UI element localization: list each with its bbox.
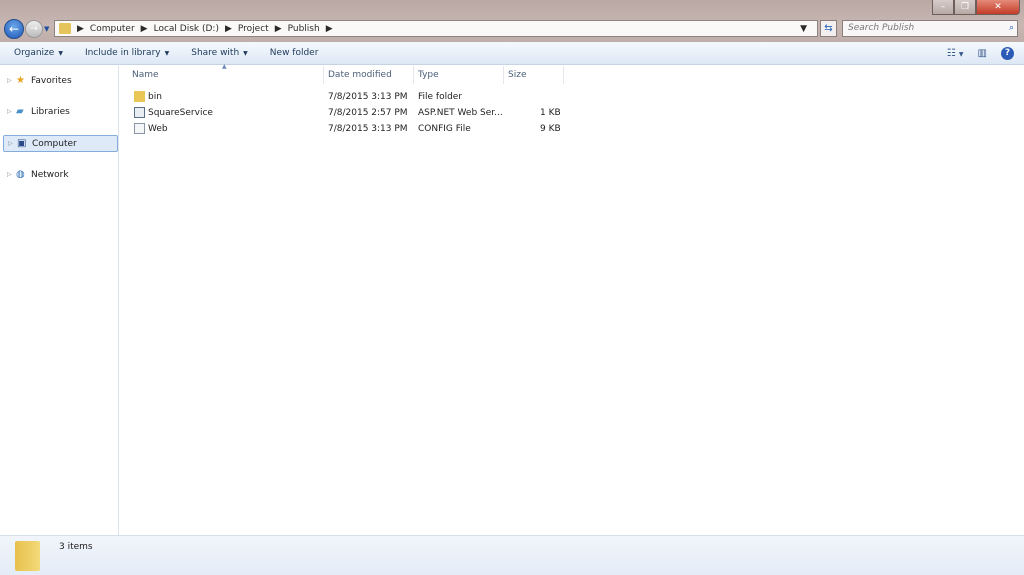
search-icon[interactable]: ⌕	[1009, 21, 1014, 36]
file-date: 7/8/2015 3:13 PM	[328, 92, 408, 102]
folder-icon	[59, 23, 71, 34]
sidebar-item-network[interactable]: ▷ ◍ Network	[3, 166, 118, 183]
sidebar-label: Libraries	[31, 106, 70, 117]
forward-button[interactable]: →	[25, 20, 43, 38]
sidebar-item-libraries[interactable]: ▷ ▰ Libraries	[3, 103, 118, 120]
expand-icon[interactable]: ▷	[8, 140, 17, 147]
libraries-icon: ▰	[16, 106, 24, 117]
sidebar-label: Favorites	[31, 75, 72, 86]
star-icon: ★	[16, 75, 25, 86]
address-dropdown-icon[interactable]: ▼	[800, 24, 807, 34]
chevron-right-icon[interactable]: ▶	[77, 24, 84, 34]
sidebar-item-computer[interactable]: ▷ ▣ Computer	[3, 135, 118, 152]
share-with-button[interactable]: Share with ▼	[191, 48, 248, 58]
sidebar-label: Network	[31, 169, 69, 180]
file-list: ▲ Name Date modified Type Size bin 7/8/2…	[120, 63, 1024, 535]
file-type: CONFIG File	[418, 124, 471, 134]
chevron-right-icon[interactable]: ▶	[326, 24, 333, 34]
search-placeholder: Search Publish	[848, 23, 915, 33]
details-pane: 3 items	[0, 535, 1024, 575]
folder-icon	[134, 91, 145, 102]
help-button[interactable]: ?	[1001, 47, 1014, 60]
breadcrumb-project[interactable]: Project	[238, 24, 269, 34]
preview-pane-button[interactable]: ▥	[978, 48, 987, 59]
network-icon: ◍	[16, 169, 25, 180]
chevron-right-icon[interactable]: ▶	[141, 24, 148, 34]
breadcrumb-publish[interactable]: Publish	[288, 24, 320, 34]
change-view-button[interactable]: ☷ ▼	[947, 48, 964, 59]
breadcrumb-local-disk[interactable]: Local Disk (D:)	[154, 24, 219, 34]
file-size: 1 KB	[540, 108, 561, 118]
title-bar: – ❐ ✕ ← → ▼ ▶ Computer ▶ Local Disk (D:)…	[0, 0, 1024, 42]
address-bar[interactable]: ▶ Computer ▶ Local Disk (D:) ▶ Project ▶…	[54, 20, 818, 37]
include-label: Include in library	[84, 48, 161, 58]
file-size: 9 KB	[540, 124, 561, 134]
column-header-type[interactable]: Type	[414, 66, 504, 84]
command-bar: Organize ▼ Include in library ▼ Share with…	[0, 42, 1024, 65]
sidebar-label: Computer	[32, 138, 77, 149]
navigation-pane: ▷ ★ Favorites ▷ ▰ Libraries ▷ ▣ Computer ▷ ◍ Net…	[0, 66, 119, 535]
file-date: 7/8/2015 2:57 PM	[328, 108, 408, 118]
expand-icon[interactable]: ▷	[7, 77, 16, 84]
file-row-squareservice[interactable]: SquareService 7/8/2015 2:57 PM ASP.NET W…	[132, 105, 572, 121]
organize-button[interactable]: Organize ▼	[14, 48, 63, 58]
file-type: File folder	[418, 92, 463, 102]
column-header-size[interactable]: Size	[504, 66, 564, 84]
file-row-bin[interactable]: bin 7/8/2015 3:13 PM File folder	[132, 89, 572, 105]
expand-icon[interactable]: ▷	[7, 108, 16, 115]
config-file-icon	[134, 123, 145, 134]
breadcrumb-computer[interactable]: Computer	[90, 24, 135, 34]
share-label: Share with	[191, 48, 240, 58]
minimize-button[interactable]: –	[932, 0, 954, 15]
maximize-button[interactable]: ❐	[954, 0, 976, 15]
file-type: ASP.NET Web Ser...	[418, 108, 503, 118]
aspnet-file-icon	[134, 107, 145, 118]
file-name: bin	[148, 92, 162, 102]
expand-icon[interactable]: ▷	[7, 171, 16, 178]
refresh-button[interactable]: ⇆	[820, 20, 837, 37]
sidebar-item-favorites[interactable]: ▷ ★ Favorites	[3, 72, 118, 89]
item-count: 3 items	[59, 542, 93, 552]
search-input[interactable]: Search Publish ⌕	[842, 20, 1018, 37]
close-button[interactable]: ✕	[976, 0, 1020, 15]
chevron-right-icon[interactable]: ▶	[275, 24, 282, 34]
computer-icon: ▣	[17, 138, 27, 149]
include-in-library-button[interactable]: Include in library ▼	[85, 48, 169, 58]
folder-icon	[15, 541, 40, 571]
recent-pages-dropdown[interactable]: ▼	[44, 25, 49, 33]
column-header-date[interactable]: Date modified	[324, 66, 414, 84]
file-name: Web	[148, 124, 168, 134]
organize-label: Organize	[14, 48, 55, 58]
column-header-name[interactable]: Name	[120, 66, 324, 84]
back-button[interactable]: ←	[4, 19, 24, 39]
file-date: 7/8/2015 3:13 PM	[328, 124, 408, 134]
new-folder-button[interactable]: New folder	[270, 48, 319, 58]
file-row-web[interactable]: Web 7/8/2015 3:13 PM CONFIG File 9 KB	[132, 121, 572, 137]
file-name: SquareService	[148, 108, 213, 118]
chevron-right-icon[interactable]: ▶	[225, 24, 232, 34]
